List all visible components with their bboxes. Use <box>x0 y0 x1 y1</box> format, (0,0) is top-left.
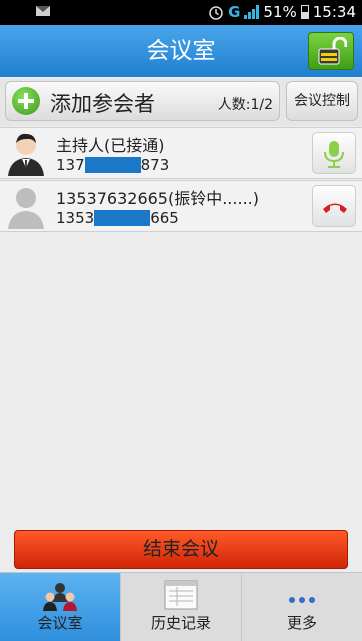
page-title: 会议室 <box>146 38 216 64</box>
tab-label: 会议室 <box>37 614 83 632</box>
host-avatar-icon <box>8 133 44 176</box>
number-mask <box>94 210 151 226</box>
network-type: G <box>228 3 241 21</box>
hangup-button[interactable] <box>312 185 356 227</box>
participant-number: 137 873 <box>56 156 169 174</box>
history-icon <box>164 580 198 610</box>
clock: 15:34 <box>312 3 356 21</box>
mail-icon <box>36 6 50 16</box>
number-mask <box>84 157 141 173</box>
tab-history[interactable]: 历史记录 <box>120 573 241 641</box>
tab-more[interactable]: 更多 <box>241 573 362 641</box>
hangup-icon <box>323 203 347 213</box>
lock-button[interactable] <box>308 32 354 70</box>
add-participant-button[interactable]: 添加参会者 人数:1/2 <box>5 81 280 121</box>
microphone-icon <box>324 141 344 168</box>
unlock-icon <box>318 37 347 65</box>
participant-count: 人数:1/2 <box>217 97 273 113</box>
mute-button[interactable] <box>312 132 356 174</box>
add-participant-bar: 添加参会者 人数:1/2 会议控制 <box>0 78 362 126</box>
participant-name: 主持人(已接通) <box>56 136 165 155</box>
participant-row[interactable]: 主持人(已接通) 137 873 <box>0 127 362 179</box>
tab-label: 历史记录 <box>150 614 211 632</box>
user-avatar-icon <box>8 188 44 229</box>
bottom-tab-bar: 会议室 历史记录 更多 <box>0 572 362 641</box>
number-suffix: 665 <box>150 209 179 227</box>
status-bar: G 51% 15:34 <box>0 0 362 25</box>
participant-row[interactable]: 13537632665(振铃中......) 1353 665 <box>0 180 362 232</box>
meeting-control-button[interactable]: 会议控制 <box>286 81 358 121</box>
title-bar: 会议室 <box>0 25 362 77</box>
battery-percent: 51% <box>263 3 297 21</box>
battery-icon <box>300 5 309 19</box>
number-suffix: 873 <box>140 156 170 174</box>
end-meeting-button[interactable]: 结束会议 <box>14 530 348 569</box>
signal-icon <box>244 5 260 19</box>
add-participant-label: 添加参会者 <box>50 92 155 116</box>
tab-meeting-room[interactable]: 会议室 <box>0 573 120 641</box>
tab-label: 更多 <box>286 614 317 632</box>
alarm-icon <box>209 6 223 20</box>
number-prefix: 1353 <box>56 209 95 227</box>
plus-icon <box>12 87 40 115</box>
participant-name: 13537632665(振铃中......) <box>56 189 259 208</box>
number-prefix: 137 <box>56 156 85 174</box>
participant-number: 1353 665 <box>56 209 179 227</box>
more-icon <box>289 597 315 603</box>
meeting-room-icon <box>43 583 77 611</box>
